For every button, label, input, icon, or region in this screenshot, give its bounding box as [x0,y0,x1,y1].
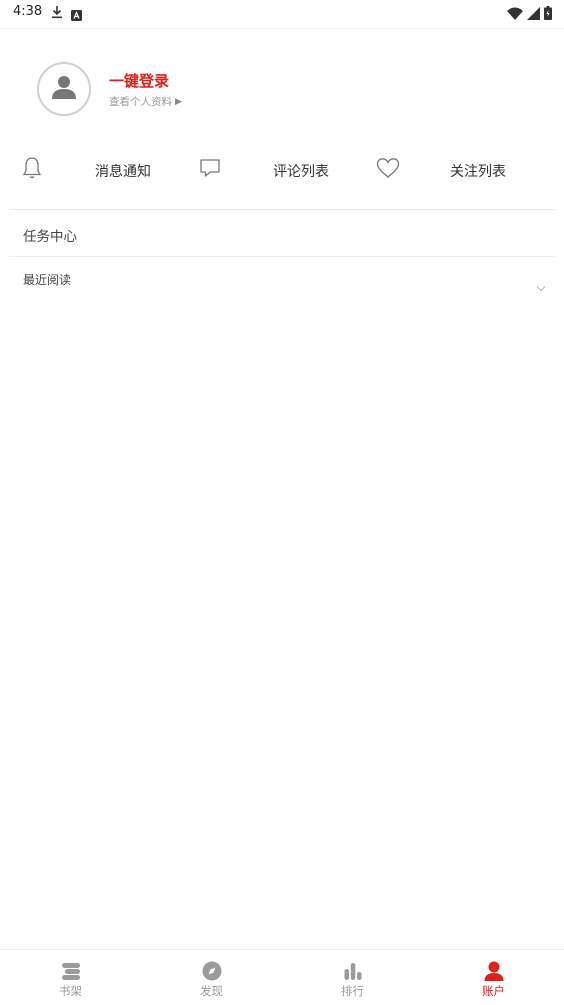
avatar[interactable] [37,62,91,116]
signal-icon [527,5,540,24]
battery-icon [544,5,552,24]
nav-bookshelf[interactable]: 书架 [0,950,141,1005]
nav-ranking[interactable]: 排行 [282,950,423,1005]
nav-bookshelf-label: 书架 [59,984,82,998]
heart-icon [376,157,400,183]
header-divider [0,28,564,29]
comment-icon [199,157,221,183]
wifi-icon [507,5,523,24]
a-badge-icon [71,6,82,25]
status-bar: 4:38 [0,0,564,26]
recent-reading-header[interactable]: 最近阅读 [23,271,71,288]
chevron-down-icon[interactable] [536,277,546,296]
view-profile-link[interactable]: 查看个人资料 ▶ [109,94,182,109]
bottom-nav: 书架 发现 排行 账户 [0,949,564,1005]
comments-list-button[interactable]: 评论列表 [199,155,349,185]
section-divider [9,209,555,210]
nav-discover-label: 发现 [200,984,223,998]
download-icon [51,4,63,23]
nav-ranking-label: 排行 [341,984,364,998]
notifications-button[interactable]: 消息通知 [22,155,172,185]
notifications-label: 消息通知 [95,164,151,180]
bell-icon [22,156,42,184]
nav-account[interactable]: 账户 [423,950,564,1005]
one-click-login-button[interactable]: 一键登录 [109,70,169,91]
triangle-right-icon: ▶ [175,96,182,107]
nav-account-label: 账户 [482,984,505,998]
compass-icon [201,960,223,982]
follow-list-button[interactable]: 关注列表 [376,155,526,185]
view-profile-label: 查看个人资料 [109,96,172,108]
follow-list-label: 关注列表 [450,164,506,180]
person-icon [51,74,77,104]
account-icon [483,960,505,982]
task-center-item[interactable]: 任务中心 [23,225,77,245]
nav-discover[interactable]: 发现 [141,950,282,1005]
status-time: 4:38 [13,4,43,19]
bookshelf-icon [60,960,82,982]
section-divider [9,256,555,257]
comments-list-label: 评论列表 [273,164,329,180]
ranking-icon [342,960,364,982]
